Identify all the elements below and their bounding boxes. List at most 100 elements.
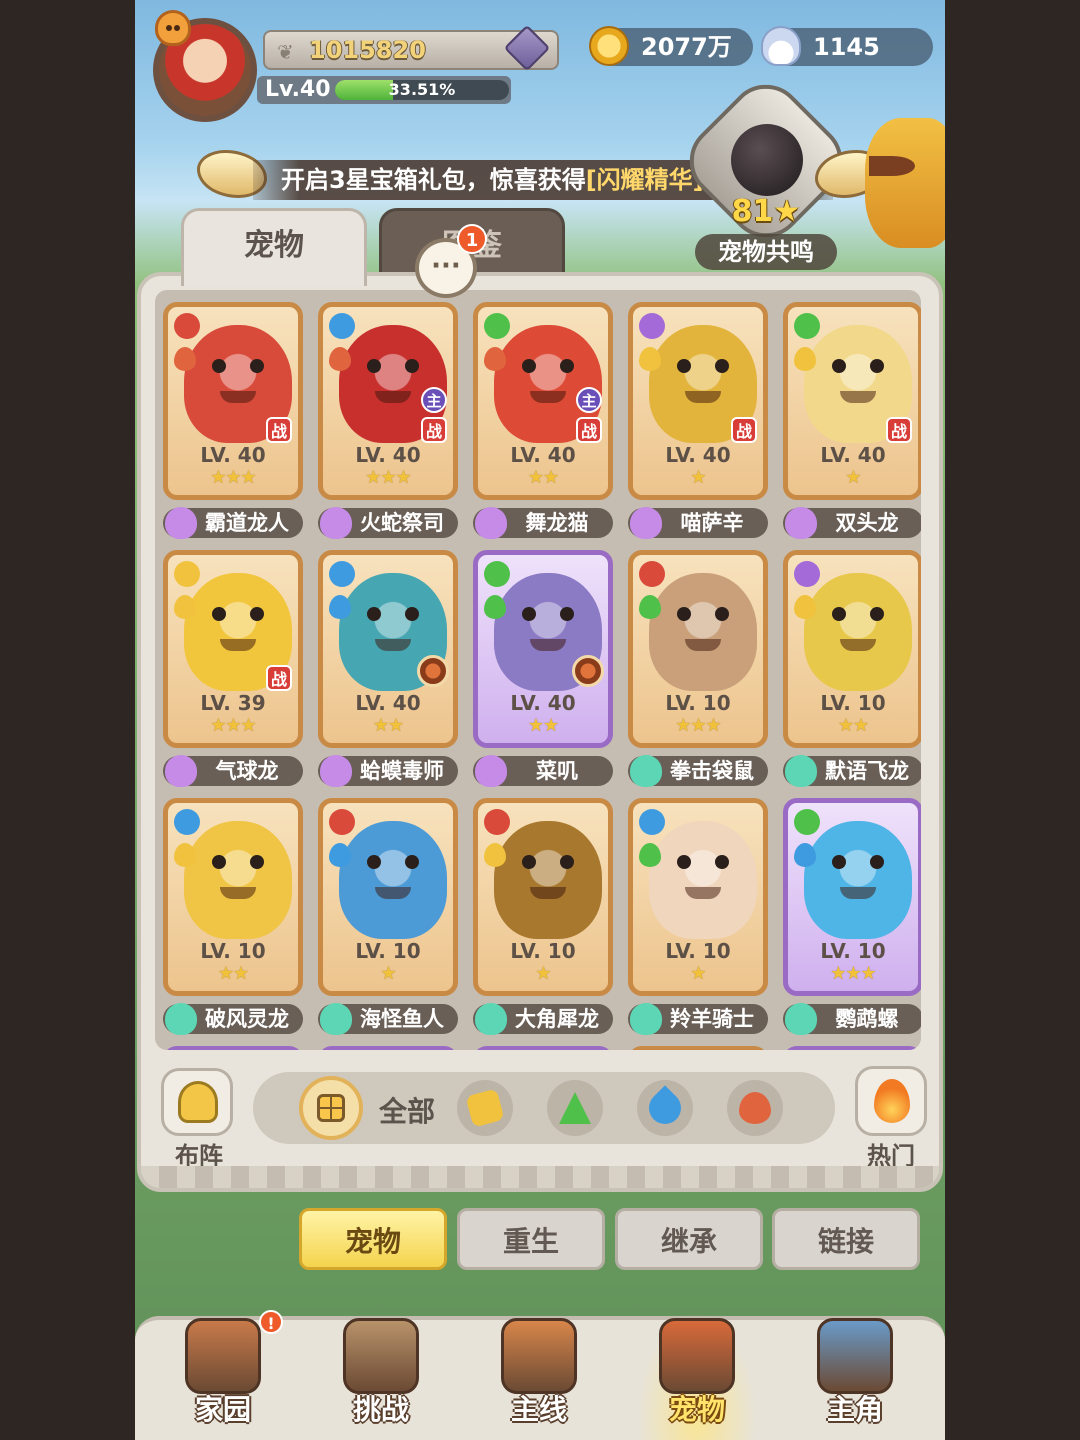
subtab-2[interactable]: 继承 — [615, 1208, 763, 1270]
pet-name: 双头龙 — [835, 511, 899, 535]
pet-name-plate: 默语飞龙 — [783, 755, 921, 787]
pet-card-peek[interactable] — [783, 1046, 921, 1050]
pet-name-plate: 喵萨辛 — [628, 507, 768, 539]
pet-name-plate: 大角犀龙 — [473, 1003, 613, 1035]
pet-card-frame[interactable]: LV. 10 ★★ — [783, 550, 921, 748]
nav-label: 主角 — [826, 1393, 883, 1426]
battle-tag: 战 — [731, 417, 757, 443]
pet-card[interactable]: 战 LV. 40 ★ 双头龙 — [783, 302, 921, 539]
lineup-button[interactable] — [161, 1068, 233, 1136]
paw-icon — [475, 507, 507, 539]
pet-card[interactable]: 战 LV. 39 ★★★ 气球龙 — [163, 550, 303, 787]
pet-level: LV. 39 — [200, 691, 266, 715]
filter-fire-element-button[interactable] — [727, 1080, 783, 1136]
pet-card[interactable]: LV. 40 ★★ 菜叽 — [473, 550, 613, 787]
element-icon — [329, 347, 351, 371]
element-filter-bar: 全部 — [253, 1072, 835, 1144]
element-icon — [329, 843, 351, 867]
pet-card-frame[interactable]: LV. 40 ★★ — [318, 550, 458, 748]
pet-stars: ★★ — [217, 963, 249, 984]
nav-challenge[interactable]: 挑战 — [321, 1312, 441, 1440]
pet-card-frame[interactable]: LV. 10 ★★ — [163, 798, 303, 996]
pet-card-frame[interactable]: 主战 LV. 40 ★★ — [473, 302, 613, 500]
tab-pets[interactable]: 宠物 — [181, 208, 367, 286]
nav-pet[interactable]: 宠物 — [637, 1312, 757, 1440]
pet-card[interactable]: 主战 LV. 40 ★★ 舞龙猫 — [473, 302, 613, 539]
element-icon — [639, 809, 665, 835]
flame-icon — [874, 1079, 910, 1123]
combat-power-value: 1015820 — [309, 36, 426, 64]
filter-all-button[interactable] — [299, 1076, 363, 1140]
pet-mascot-icon[interactable] — [155, 10, 191, 46]
pet-card-frame[interactable]: LV. 10 ★ — [318, 798, 458, 996]
pet-card[interactable]: 战 LV. 40 ★ 喵萨辛 — [628, 302, 768, 539]
element-icon — [484, 809, 510, 835]
element-icon — [794, 595, 816, 619]
filter-earth-element-button[interactable] — [457, 1080, 513, 1136]
pet-card[interactable]: LV. 10 ★ 羚羊骑士 — [628, 798, 768, 1035]
hot-button[interactable] — [855, 1066, 927, 1136]
pet-stars: ★ — [690, 467, 706, 488]
pet-card-peek[interactable] — [163, 1046, 303, 1050]
mascot-bird-icon — [865, 118, 945, 248]
pet-card-peek[interactable] — [318, 1046, 458, 1050]
chat-notification-badge: 1 — [457, 224, 487, 254]
subtab-0[interactable]: 宠物 — [299, 1208, 447, 1270]
element-icon — [174, 595, 196, 619]
pet-name-plate: 鹦鹉螺 — [783, 1003, 921, 1035]
pet-card[interactable]: 主战 LV. 40 ★★★ 火蛇祭司 — [318, 302, 458, 539]
element-icon — [484, 347, 506, 371]
pet-card-frame[interactable]: LV. 10 ★ — [473, 798, 613, 996]
pet-name: 默语飞龙 — [825, 759, 909, 783]
pet-card[interactable]: LV. 40 ★★ 蛤蟆毒师 — [318, 550, 458, 787]
pet-card-frame[interactable]: LV. 10 ★★★ — [628, 550, 768, 748]
subtab-1[interactable]: 重生 — [457, 1208, 605, 1270]
element-icon — [639, 313, 665, 339]
earth-element-icon — [465, 1088, 505, 1128]
pet-name: 拳击袋鼠 — [670, 759, 754, 783]
filter-water-element-button[interactable] — [637, 1080, 693, 1136]
element-icon — [174, 809, 200, 835]
pet-level: LV. 40 — [510, 691, 576, 715]
pet-card-peek[interactable] — [473, 1046, 613, 1050]
power-gem-icon[interactable] — [503, 24, 551, 72]
pet-card[interactable]: 战 LV. 40 ★★★ 霸道龙人 — [163, 302, 303, 539]
pet-card-frame[interactable]: LV. 40 ★★ — [473, 550, 613, 748]
pet-card[interactable]: LV. 10 ★ 大角犀龙 — [473, 798, 613, 1035]
pet-level: LV. 10 — [820, 939, 886, 963]
pet-card[interactable]: LV. 10 ★★ 默语飞龙 — [783, 550, 921, 787]
pet-card[interactable]: LV. 10 ★★★ 鹦鹉螺 — [783, 798, 921, 1035]
paw-icon — [165, 755, 197, 787]
pet-stars: ★★★ — [365, 467, 411, 488]
filter-grass-element-button[interactable] — [547, 1080, 603, 1136]
pet-card[interactable]: LV. 10 ★★★ 拳击袋鼠 — [628, 550, 768, 787]
gold-currency[interactable]: 2077万 — [589, 26, 753, 66]
pet-card-frame[interactable]: 主战 LV. 40 ★★★ — [318, 302, 458, 500]
pet-card-frame[interactable]: 战 LV. 40 ★ — [628, 302, 768, 500]
pet-stars: ★★★ — [210, 715, 256, 736]
shell-currency[interactable]: 1145 — [761, 26, 933, 66]
pet-card-peek[interactable] — [628, 1046, 768, 1050]
pet-card[interactable]: LV. 10 ★ 海怪鱼人 — [318, 798, 458, 1035]
pet-card[interactable]: LV. 10 ★★ 破风灵龙 — [163, 798, 303, 1035]
pet-card-frame[interactable]: LV. 10 ★★★ — [783, 798, 921, 996]
pet-card-frame[interactable]: 战 LV. 40 ★ — [783, 302, 921, 500]
pet-portrait — [649, 573, 757, 691]
element-icon — [639, 347, 661, 371]
pet-stars: ★ — [380, 963, 396, 984]
subtab-3[interactable]: 链接 — [772, 1208, 920, 1270]
pet-card-frame[interactable]: 战 LV. 39 ★★★ — [163, 550, 303, 748]
pet-card-frame[interactable]: LV. 10 ★ — [628, 798, 768, 996]
pet-level: LV. 10 — [510, 939, 576, 963]
nav-hero[interactable]: 主角 — [795, 1312, 915, 1440]
grid-icon — [317, 1094, 345, 1122]
pet-portrait — [184, 821, 292, 939]
pet-stars: ★ — [535, 963, 551, 984]
pet-grid[interactable]: 战 LV. 40 ★★★ 霸道龙人主战 LV. 40 ★★★ 火蛇祭司主战 LV. 40 ★★ 舞… — [155, 290, 921, 1050]
nav-mainline[interactable]: 主线 — [479, 1312, 599, 1440]
nav-label: 宠物 — [668, 1393, 725, 1426]
element-icon — [484, 313, 510, 339]
team-icon — [178, 1081, 218, 1123]
element-icon — [794, 313, 820, 339]
pet-card-frame[interactable]: 战 LV. 40 ★★★ — [163, 302, 303, 500]
